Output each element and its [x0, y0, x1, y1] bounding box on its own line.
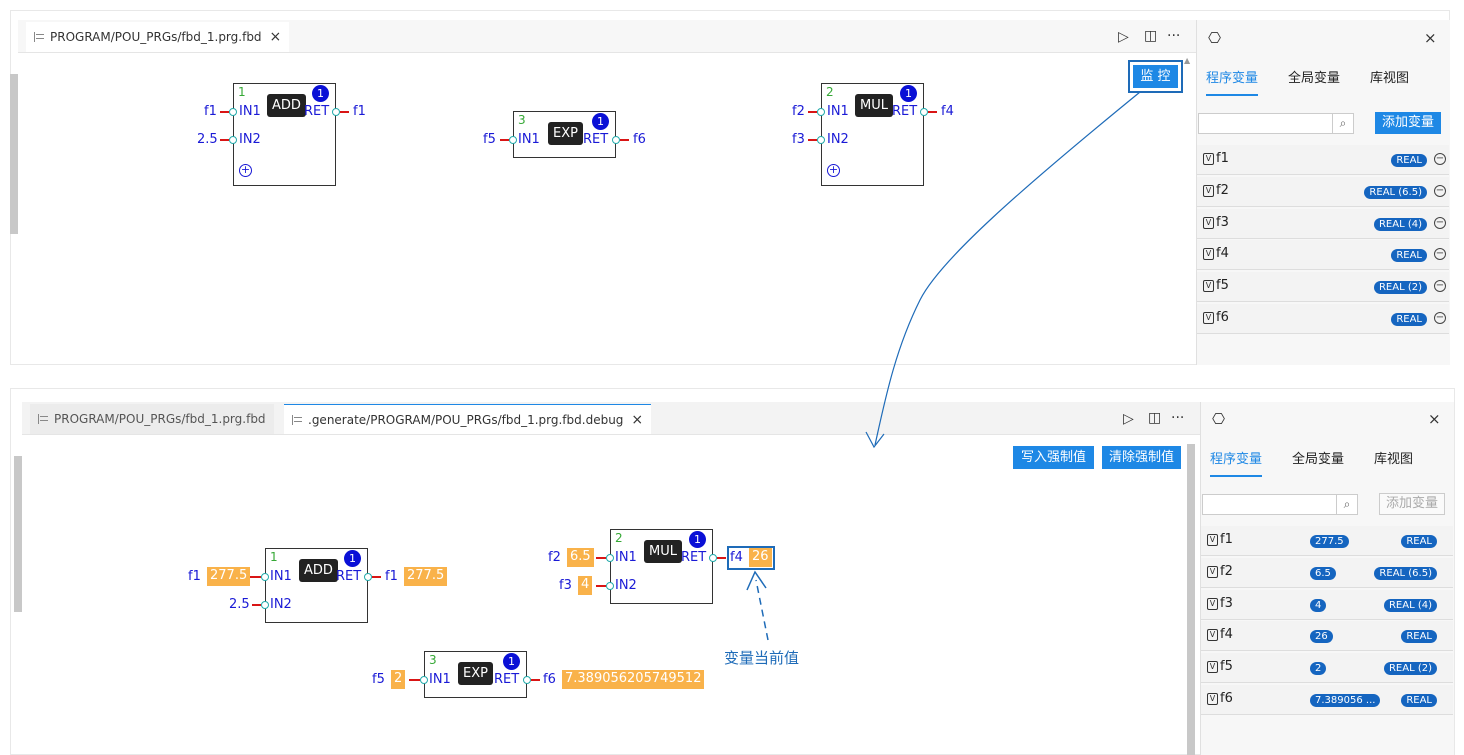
close-icon[interactable]: × [1428, 410, 1441, 428]
variable-row[interactable]: Vf3 4 REAL (4) [1201, 589, 1453, 620]
variable-name: f5 [1220, 659, 1233, 675]
variable-icon: V [1207, 693, 1218, 705]
variable-type: REAL [1401, 630, 1437, 644]
variable-icon: V [1207, 597, 1218, 610]
variable-type: REAL (4) [1383, 598, 1437, 612]
variable-icon: V [1207, 629, 1218, 642]
variable-icon: V [1207, 565, 1218, 578]
search-icon[interactable]: ⌕ [1336, 494, 1358, 515]
variable-icon: V [1207, 661, 1218, 674]
variable-type: REAL (2) [1383, 662, 1437, 676]
variable-row[interactable]: Vf2 6.5 REAL (6.5) [1201, 557, 1453, 588]
variable-value: 2 [1310, 662, 1327, 676]
tab-global-vars[interactable]: 全局变量 [1292, 448, 1344, 467]
variable-row[interactable]: Vf1 277.5 REAL [1201, 526, 1453, 556]
variable-value: 277.5 [1310, 535, 1349, 548]
variable-value: 7.389056 ... [1310, 694, 1381, 707]
search-input[interactable] [1202, 494, 1337, 515]
variable-name: f2 [1220, 563, 1233, 579]
variable-row[interactable]: Vf6 7.389056 ... REAL [1201, 685, 1453, 715]
variable-icon: V [1207, 534, 1218, 546]
tab-underline [1210, 475, 1262, 477]
tab-program-vars[interactable]: 程序变量 [1210, 448, 1262, 467]
variable-type: REAL (6.5) [1374, 566, 1437, 580]
variable-name: f1 [1220, 532, 1233, 547]
add-variable-button[interactable]: 添加变量 [1379, 493, 1445, 515]
variable-value: 4 [1310, 598, 1327, 612]
variable-type: REAL [1401, 694, 1437, 707]
variable-value: 26 [1310, 630, 1333, 644]
variable-type: REAL [1401, 535, 1437, 548]
robot-icon[interactable]: ⎔ [1212, 410, 1225, 428]
variable-name: f4 [1220, 627, 1233, 643]
variable-row[interactable]: Vf4 26 REAL [1201, 621, 1453, 652]
variable-name: f3 [1220, 595, 1233, 611]
variable-value: 6.5 [1310, 566, 1336, 580]
variable-name: f6 [1220, 691, 1233, 706]
tab-library-view[interactable]: 库视图 [1374, 448, 1413, 467]
variable-row[interactable]: Vf5 2 REAL (2) [1201, 653, 1453, 684]
